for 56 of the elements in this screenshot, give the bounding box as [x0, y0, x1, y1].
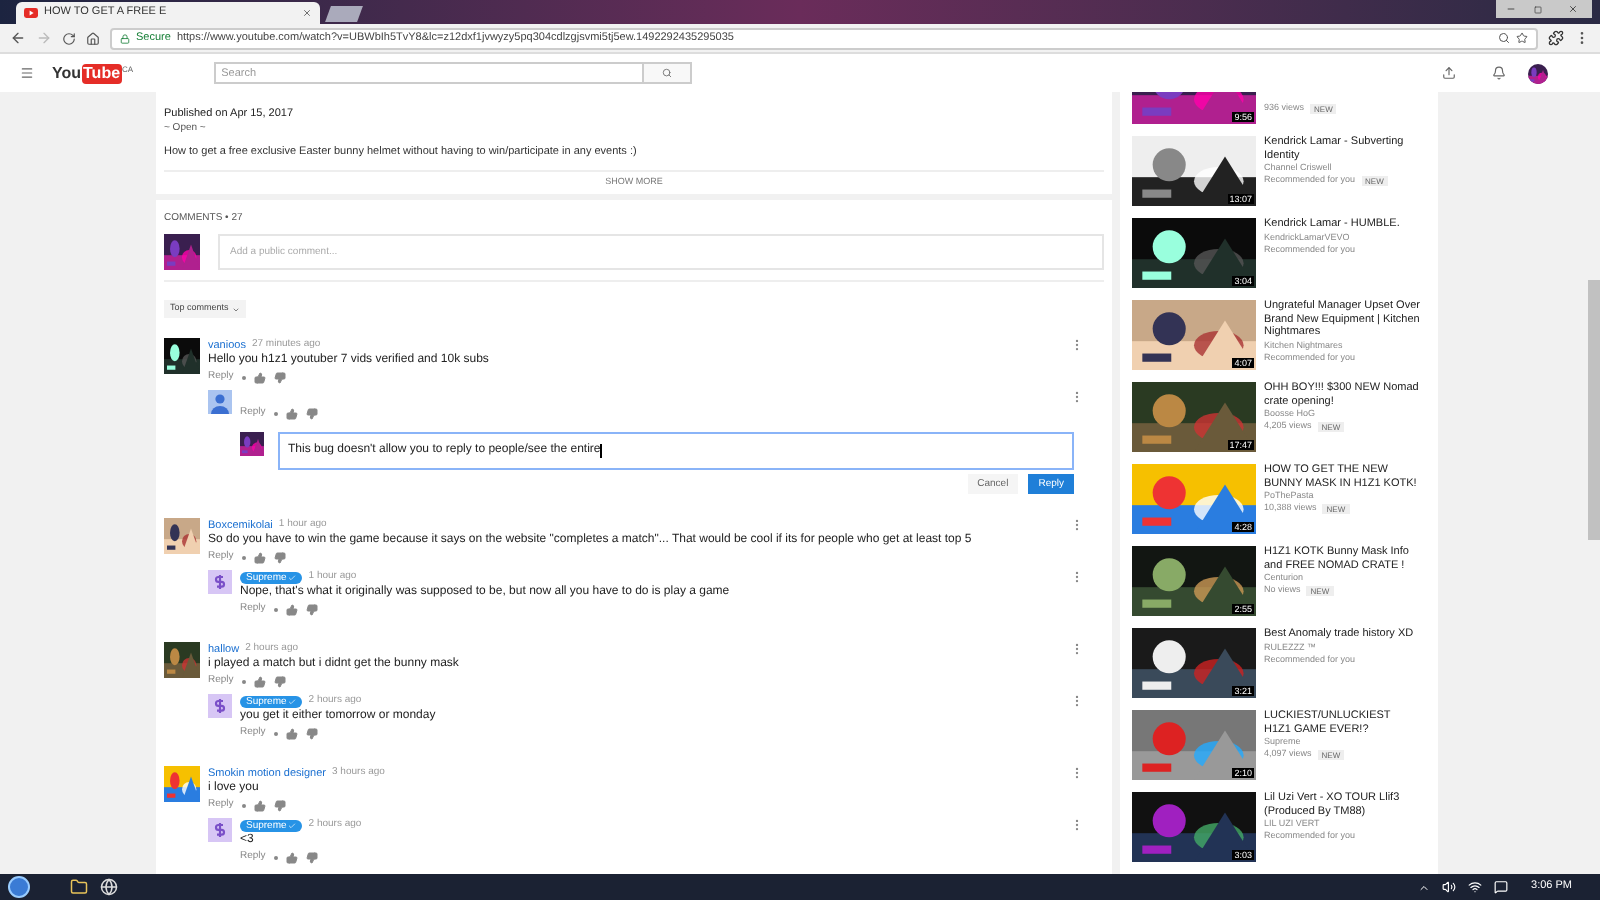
- back-icon[interactable]: [10, 30, 26, 46]
- dislike-icon[interactable]: [273, 799, 286, 812]
- dislike-icon[interactable]: [273, 371, 286, 384]
- scrollbar-thumb[interactable]: [1588, 280, 1600, 540]
- separator-dot-icon: [273, 731, 278, 736]
- separator-dot-icon: [241, 803, 246, 808]
- separator-dot-icon: [241, 679, 246, 684]
- dislike-icon[interactable]: [273, 551, 286, 564]
- channel-logo-icon: [208, 694, 232, 719]
- like-icon[interactable]: [285, 603, 298, 616]
- dislike-icon[interactable]: [305, 727, 318, 740]
- like-icon[interactable]: [285, 727, 298, 740]
- extension-icon[interactable]: [1548, 30, 1564, 46]
- dislike-icon[interactable]: [305, 851, 318, 864]
- start-button[interactable]: [8, 876, 30, 898]
- separator-dot-icon: [273, 411, 278, 416]
- separator-dot-icon: [273, 855, 278, 860]
- like-icon[interactable]: [253, 551, 266, 564]
- menu-icon[interactable]: [20, 66, 34, 80]
- dislike-icon[interactable]: [305, 407, 318, 420]
- maximize-icon: [1534, 5, 1542, 13]
- notifications-icon[interactable]: [1492, 66, 1506, 80]
- upload-icon[interactable]: [1442, 66, 1456, 80]
- check-icon: [288, 573, 297, 582]
- bookmark-star-icon[interactable]: [1516, 32, 1528, 44]
- folder-icon[interactable]: [70, 878, 88, 896]
- channel-logo-icon: [208, 570, 232, 595]
- check-icon: [288, 697, 297, 706]
- reload-icon[interactable]: [62, 31, 76, 45]
- account-avatar[interactable]: [1528, 63, 1548, 83]
- minimize-icon: [1505, 4, 1515, 14]
- browser-icon[interactable]: [100, 878, 118, 896]
- separator-dot-icon: [241, 375, 246, 380]
- dislike-icon[interactable]: [305, 603, 318, 616]
- like-icon[interactable]: [253, 799, 266, 812]
- separator-dot-icon: [241, 555, 246, 560]
- like-icon[interactable]: [285, 407, 298, 420]
- search-icon: [661, 68, 672, 78]
- youtube-icon: [24, 8, 38, 18]
- lock-icon: [120, 33, 130, 43]
- like-icon[interactable]: [253, 675, 266, 688]
- like-icon[interactable]: [285, 851, 298, 864]
- network-icon[interactable]: [1467, 880, 1482, 894]
- new-tab-button[interactable]: [325, 6, 363, 22]
- like-icon[interactable]: [253, 371, 266, 384]
- minimize-button[interactable]: [1496, 0, 1524, 18]
- default-avatar-icon: [208, 390, 232, 415]
- check-icon: [288, 821, 297, 830]
- separator-dot-icon: [273, 607, 278, 612]
- dislike-icon[interactable]: [273, 675, 286, 688]
- home-icon[interactable]: [86, 31, 100, 45]
- volume-icon[interactable]: [1441, 880, 1456, 894]
- search-button[interactable]: [643, 62, 692, 84]
- notification-center-icon[interactable]: [1493, 880, 1508, 894]
- search-icon[interactable]: [1498, 32, 1510, 44]
- channel-logo-icon: [208, 818, 232, 843]
